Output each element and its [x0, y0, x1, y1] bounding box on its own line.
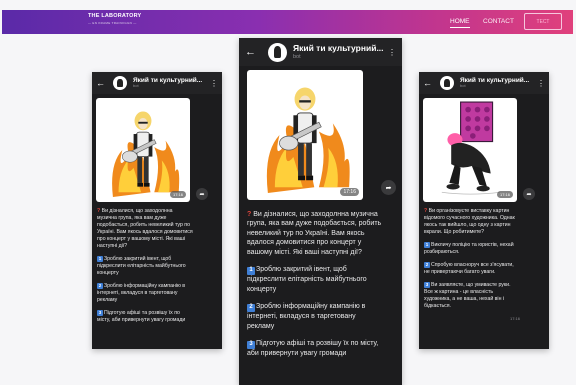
answer-option: 3 Підготую афіші та розвішу їх по місту, … — [247, 339, 379, 357]
media-timestamp: 17:16 — [340, 188, 359, 196]
answer-option: 3 Підготую афіші та розвішу їх по місту, … — [97, 310, 186, 324]
chat-subtitle: bot — [460, 83, 466, 89]
logo-subtitle: — EN KRAME TRAINIIGGN — — [88, 20, 137, 25]
media-timestamp: 17:16 — [496, 191, 513, 198]
guitarist-illustration: 17:16 — [96, 98, 190, 202]
red-question-icon: ? — [247, 211, 252, 218]
more-vertical-icon[interactable]: ⋮ — [210, 79, 218, 88]
answer-option: 2 Спробую власноруч все з'ясувати, не при… — [424, 262, 514, 276]
share-arrow-icon[interactable]: ➦ — [196, 188, 208, 200]
phone-screenshot-center: ← Який ти культурний... bot ⋮ 17:16 ➦ ? … — [239, 38, 402, 385]
chat-titles: Який ти культурний... bot — [293, 44, 384, 59]
answer-option: 3 Ви заявляєте, що умиваєте руки. Все ж к… — [424, 282, 511, 310]
logo-title: THE LABORATORY — [88, 13, 142, 19]
chat-title: Який ти культурний... — [460, 77, 530, 85]
back-arrow-icon[interactable]: ← — [423, 78, 432, 88]
art-thief-icon — [441, 101, 501, 195]
chat-header: ← Який ти культурний... bot ⋮ — [419, 72, 549, 94]
quiz-message: ? Ви організовуєте виставку картин відом… — [419, 202, 525, 322]
art-thief-illustration: 17:16 — [423, 98, 517, 202]
answer-option: 1 Зроблю закритий івент, щоб підкреслити … — [97, 256, 186, 277]
guitarist-illustration: 17:16 — [247, 70, 363, 200]
top-navbar: THE LABORATORY — EN KRAME TRAINIIGGN — H… — [2, 10, 573, 34]
chat-title: Який ти культурний... — [133, 77, 203, 85]
question-text: ? Ви дізналися, що заходолнна музична гр… — [97, 208, 193, 250]
back-arrow-icon[interactable]: ← — [96, 78, 105, 88]
chat-header: ← Який ти культурний... bot ⋮ — [92, 72, 222, 94]
keycap-number-icon: 2 — [424, 262, 430, 269]
nav-cta-button[interactable]: ТЕСТ — [524, 13, 562, 30]
keycap-number-icon: 1 — [97, 256, 103, 263]
question-text: ? Ви дізналися, що заходолнна музична гр… — [247, 211, 382, 256]
nav-home-link[interactable]: HOME — [450, 18, 470, 28]
phone-screenshot-left: ← Який ти культурний... bot ⋮ 17:16 ➦ ? … — [92, 72, 222, 349]
answer-option: 2 Зроблю інформаційну кампанію в інтернет… — [97, 283, 186, 304]
keycap-number-icon: 3 — [247, 340, 255, 349]
chat-title: Який ти культурний... — [293, 44, 384, 54]
back-arrow-icon[interactable]: ← — [245, 46, 256, 58]
keycap-number-icon: 3 — [424, 282, 430, 289]
chat-subtitle: bot — [293, 53, 301, 60]
keycap-number-icon: 3 — [97, 310, 103, 317]
phone-screenshot-right: ← Який ти культурний... bot ⋮ 17:16 ➦ ? … — [419, 72, 549, 349]
chat-header: ← Який ти культурний... bot ⋮ — [239, 38, 402, 66]
answer-option: 1 Викличу поліцію та юристів, нехай розби… — [424, 242, 514, 256]
share-arrow-icon[interactable]: ➦ — [381, 180, 396, 195]
red-question-icon: ? — [97, 208, 101, 214]
answer-option: 2 Зроблю інформаційну кампанію в інтернет… — [247, 303, 366, 330]
bot-avatar[interactable] — [440, 76, 454, 90]
message-timestamp: 17:16 — [509, 316, 520, 322]
quiz-message: ? Ви дізналися, що заходолнна музична гр… — [92, 202, 198, 324]
bot-avatar[interactable] — [113, 76, 127, 90]
keycap-number-icon: 2 — [247, 304, 255, 313]
red-question-icon: ? — [424, 208, 428, 214]
site-logo[interactable]: THE LABORATORY — EN KRAME TRAINIIGGN — — [88, 13, 142, 25]
media-timestamp: 17:16 — [169, 191, 186, 198]
chat-subtitle: bot — [133, 83, 139, 89]
more-vertical-icon[interactable]: ⋮ — [537, 79, 545, 88]
nav-contact-link[interactable]: CONTACT — [483, 18, 514, 25]
guitarist-rocker-icon — [112, 111, 180, 197]
keycap-number-icon: 1 — [247, 267, 255, 276]
quiz-message: ? Ви дізналися, що заходолнна музична гр… — [239, 200, 389, 358]
keycap-number-icon: 1 — [424, 242, 430, 249]
question-text: ? Ви організовуєте виставку картин відом… — [424, 208, 515, 236]
chat-titles: Який ти культурний... bot — [460, 77, 533, 89]
more-vertical-icon[interactable]: ⋮ — [388, 48, 396, 57]
keycap-number-icon: 2 — [97, 283, 103, 290]
guitarist-rocker-icon — [266, 87, 350, 193]
bot-avatar[interactable] — [268, 42, 287, 62]
chat-titles: Який ти культурний... bot — [133, 77, 206, 89]
answer-option: 1 Зроблю закритий івент, щоб підкреслити … — [247, 266, 367, 293]
share-arrow-icon[interactable]: ➦ — [523, 188, 535, 200]
